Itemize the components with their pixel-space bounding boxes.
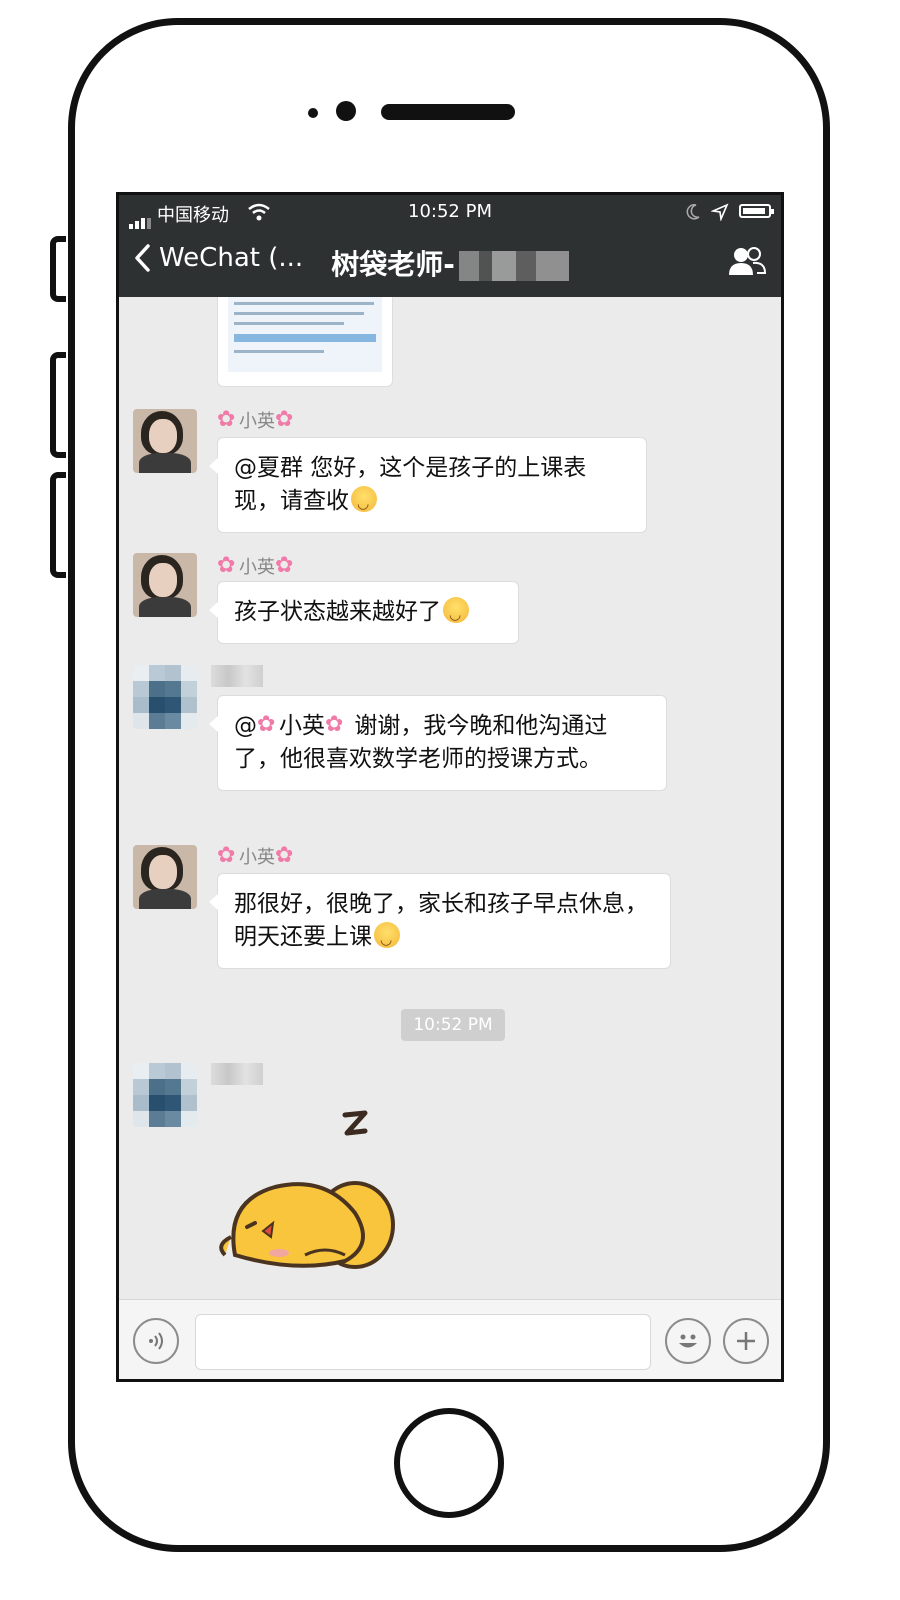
smile-emoji-icon xyxy=(374,922,400,957)
status-time: 10:52 PM xyxy=(408,201,492,222)
cherry-blossom-icon xyxy=(325,714,347,736)
message-text: 那很好，很晚了，家长和孩子早点休息，明天还要上课 xyxy=(234,891,648,950)
cherry-blossom-icon xyxy=(257,714,279,736)
message-input[interactable] xyxy=(195,1314,651,1370)
avatar[interactable] xyxy=(133,553,197,617)
cherry-blossom-icon xyxy=(275,845,297,867)
voice-input-icon xyxy=(149,1332,163,1350)
cherry-blossom-icon xyxy=(217,845,239,867)
message-text: @夏群 您好，这个是孩子的上课表现，请查收 xyxy=(234,455,587,514)
redacted-title-suffix xyxy=(458,251,569,281)
voice-input-button[interactable] xyxy=(133,1318,179,1364)
location-icon xyxy=(711,203,729,221)
phone-side-button xyxy=(50,472,66,578)
chat-header: WeChat (... 树袋老师- xyxy=(119,229,781,297)
cherry-blossom-icon xyxy=(275,555,297,577)
input-bar xyxy=(119,1299,781,1379)
shared-document-image[interactable] xyxy=(217,297,393,387)
status-bar: 中国移动 10:52 PM xyxy=(119,195,781,229)
do-not-disturb-icon xyxy=(686,204,700,220)
smile-emoji-icon xyxy=(443,597,469,632)
message-bubble[interactable]: 那很好，很晚了，家长和孩子早点休息，明天还要上课 xyxy=(209,873,671,969)
phone-side-button xyxy=(50,352,66,458)
sender-name xyxy=(211,665,263,687)
home-button[interactable] xyxy=(394,1408,504,1518)
emoji-icon xyxy=(679,1334,697,1348)
cherry-blossom-icon xyxy=(217,555,239,577)
sender-name: 小英 xyxy=(217,553,297,579)
phone-side-button xyxy=(50,236,66,302)
message-bubble[interactable]: @小英 谢谢，我今晚和他沟通过了，他很喜欢数学老师的授课方式。 xyxy=(209,695,667,791)
message-text: 孩子状态越来越好了 xyxy=(234,599,441,625)
sender-name: 小英 xyxy=(217,843,297,869)
sender-name xyxy=(211,1063,263,1085)
message-timestamp: 10:52 PM xyxy=(401,1009,505,1041)
sleeping-chick-sticker[interactable] xyxy=(215,1105,405,1281)
phone-speaker xyxy=(381,104,515,120)
emoji-button[interactable] xyxy=(665,1318,711,1364)
phone-camera xyxy=(336,101,356,121)
wechat-screen: 中国移动 10:52 PM WeChat (... 树袋老师- ✿ 小英 ✿ @… xyxy=(116,192,784,1382)
avatar[interactable] xyxy=(133,845,197,909)
group-members-icon[interactable] xyxy=(727,245,767,279)
mention-name: 小英 xyxy=(279,713,325,739)
sender-name: 小英 xyxy=(217,407,297,433)
battery-icon xyxy=(739,204,774,218)
message-bubble[interactable]: @夏群 您好，这个是孩子的上课表现，请查收 xyxy=(209,437,647,533)
cherry-blossom-icon xyxy=(275,409,297,431)
chat-title: 树袋老师- xyxy=(119,243,781,283)
phone-sensor xyxy=(308,108,318,118)
avatar[interactable] xyxy=(133,409,197,473)
plus-icon xyxy=(737,1332,755,1350)
message-list[interactable]: 小英 @夏群 您好，这个是孩子的上课表现，请查收 小英 孩子状态越来越好了 xyxy=(119,297,781,1299)
cherry-blossom-icon xyxy=(217,409,239,431)
redacted-sender-name xyxy=(211,1063,263,1085)
message-bubble[interactable]: 孩子状态越来越好了 xyxy=(209,581,519,644)
chat-title-text: 树袋老师- xyxy=(331,248,455,281)
more-options-button[interactable] xyxy=(723,1318,769,1364)
redacted-sender-name xyxy=(211,665,263,687)
smile-emoji-icon xyxy=(351,486,377,521)
avatar[interactable] xyxy=(133,1063,197,1127)
avatar[interactable] xyxy=(133,665,197,729)
